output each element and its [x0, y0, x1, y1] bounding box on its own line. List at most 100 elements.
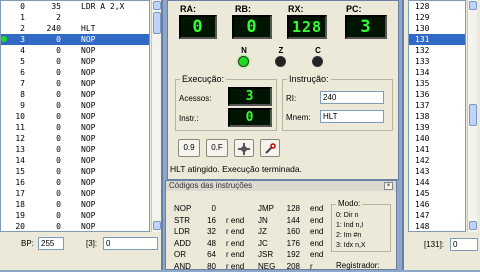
table-row[interactable]: 148: [409, 221, 465, 231]
value-cell: 0: [56, 145, 61, 154]
table-row[interactable]: 20 0 NOP: [1, 221, 149, 231]
bp-input[interactable]: 255: [38, 237, 64, 250]
execution-group: Execução: Acessos: 3 Instr.: 0: [175, 74, 277, 131]
scroll-thumb[interactable]: [469, 104, 477, 126]
table-row[interactable]: 134: [409, 67, 465, 78]
bp-label: BP:: [21, 239, 34, 248]
flag-n-led: [238, 56, 249, 67]
mnemonic-cell: NOP: [81, 211, 96, 220]
table-row[interactable]: 139: [409, 122, 465, 133]
rx-display[interactable]: 128: [287, 15, 327, 39]
address-cell: 14: [15, 156, 25, 165]
memory-grid-left[interactable]: 0 35 LDR A 2,X 1 2 2 240 HLT 3 0 NOP 4 0 NOP 5 0 NOP 6 0 NO…: [0, 0, 150, 232]
table-row[interactable]: 137: [409, 100, 465, 111]
value-cell: 0: [56, 112, 61, 121]
table-row[interactable]: 12 0 NOP: [1, 133, 149, 144]
table-row[interactable]: 3 0 NOP: [1, 34, 149, 45]
table-row[interactable]: 19 0 NOP: [1, 210, 149, 221]
table-row[interactable]: 136: [409, 89, 465, 100]
run-button[interactable]: [234, 139, 254, 157]
table-row[interactable]: 0 35 LDR A 2,X: [1, 1, 149, 12]
memory-right-scrollbar[interactable]: [467, 0, 477, 232]
table-row[interactable]: 9 0 NOP: [1, 100, 149, 111]
address-cell: 19: [15, 211, 25, 220]
table-row[interactable]: 4 0 NOP: [1, 45, 149, 56]
instruction-title: Instrução:: [287, 74, 331, 84]
zoom-button[interactable]: 0.9: [178, 139, 200, 157]
table-row[interactable]: 132: [409, 45, 465, 56]
table-row[interactable]: 130: [409, 23, 465, 34]
hex-button[interactable]: 0.F: [206, 139, 228, 157]
value-cell: 0: [56, 200, 61, 209]
pc-display[interactable]: 3: [345, 15, 387, 39]
value-cell: 0: [56, 222, 61, 231]
reset-button[interactable]: [260, 139, 280, 157]
instruction-mnemonic: OR: [174, 250, 186, 259]
mnem-field[interactable]: HLT: [320, 110, 384, 123]
ri-label: RI:: [286, 94, 297, 103]
table-row[interactable]: 12: [1, 12, 149, 23]
table-row[interactable]: 13 0 NOP: [1, 144, 149, 155]
value-cell: 0: [56, 123, 61, 132]
table-row[interactable]: 138: [409, 111, 465, 122]
rx-label: RX:: [288, 4, 304, 14]
mnemonic-cell: NOP: [81, 178, 96, 187]
address-cell: 15: [15, 167, 25, 176]
table-row[interactable]: 18 0 NOP: [1, 199, 149, 210]
table-row[interactable]: 129: [409, 12, 465, 23]
memory-left-scrollbar[interactable]: [151, 0, 161, 232]
value-cell: 35: [51, 2, 61, 11]
scroll-up-button[interactable]: [469, 1, 477, 10]
value-cell: 0: [56, 68, 61, 77]
address-cell: 20: [15, 222, 25, 231]
table-row[interactable]: 10 0 NOP: [1, 111, 149, 122]
table-row[interactable]: 145: [409, 188, 465, 199]
table-row[interactable]: 143: [409, 166, 465, 177]
table-row[interactable]: 135: [409, 78, 465, 89]
flag-z-led: [275, 56, 286, 67]
table-row[interactable]: 6 0 NOP: [1, 67, 149, 78]
table-row[interactable]: 7 0 NOP: [1, 78, 149, 89]
table-row[interactable]: 14 0 NOP: [1, 155, 149, 166]
table-row[interactable]: 15 0 NOP: [1, 166, 149, 177]
table-row[interactable]: 5 0 NOP: [1, 56, 149, 67]
memory-grid-right[interactable]: 128 129 130 131 132 133 134 135 136 137 138 139 140 1…: [408, 0, 466, 232]
value-cell: 0: [56, 46, 61, 55]
table-row[interactable]: 133: [409, 56, 465, 67]
address-cell: 3: [20, 35, 25, 44]
instruction-mnemonic: ADD: [174, 238, 191, 248]
mnemonic-cell: NOP: [81, 134, 96, 143]
mnemonic-cell: NOP: [81, 167, 96, 176]
mnemonic-cell: NOP: [81, 145, 96, 154]
current-address-input[interactable]: 0: [103, 237, 158, 250]
scroll-thumb[interactable]: [153, 12, 161, 34]
current-address-label: [131]:: [424, 240, 445, 249]
ra-display[interactable]: 0: [179, 15, 217, 39]
table-row[interactable]: 146: [409, 199, 465, 210]
table-row[interactable]: 2 240 HLT: [1, 23, 149, 34]
table-row[interactable]: 8 0 NOP: [1, 89, 149, 100]
scroll-up-button[interactable]: [153, 1, 161, 10]
table-row[interactable]: 128: [409, 1, 465, 12]
current-address-input[interactable]: 0: [450, 238, 478, 251]
table-row[interactable]: 142: [409, 155, 465, 166]
table-row[interactable]: 16 0 NOP: [1, 177, 149, 188]
table-row[interactable]: 11 0 NOP: [1, 122, 149, 133]
table-row[interactable]: 141: [409, 144, 465, 155]
table-row[interactable]: 131: [409, 34, 465, 45]
value-cell: 0: [56, 156, 61, 165]
table-row[interactable]: 140: [409, 133, 465, 144]
scroll-down-button[interactable]: [469, 221, 477, 230]
scroll-down-button[interactable]: [153, 221, 161, 230]
flag-c-label: C: [315, 46, 321, 55]
instr-count-display: 0: [228, 108, 272, 127]
ri-field[interactable]: 240: [320, 91, 384, 104]
tool-icon: [265, 143, 276, 154]
table-row[interactable]: 147: [409, 210, 465, 221]
current-address-label: [3]:: [86, 239, 98, 248]
execution-title: Execução:: [180, 74, 227, 84]
table-row[interactable]: 144: [409, 177, 465, 188]
table-row[interactable]: 17 0 NOP: [1, 188, 149, 199]
close-icon[interactable]: ×: [384, 182, 393, 190]
rb-display[interactable]: 0: [232, 15, 272, 39]
